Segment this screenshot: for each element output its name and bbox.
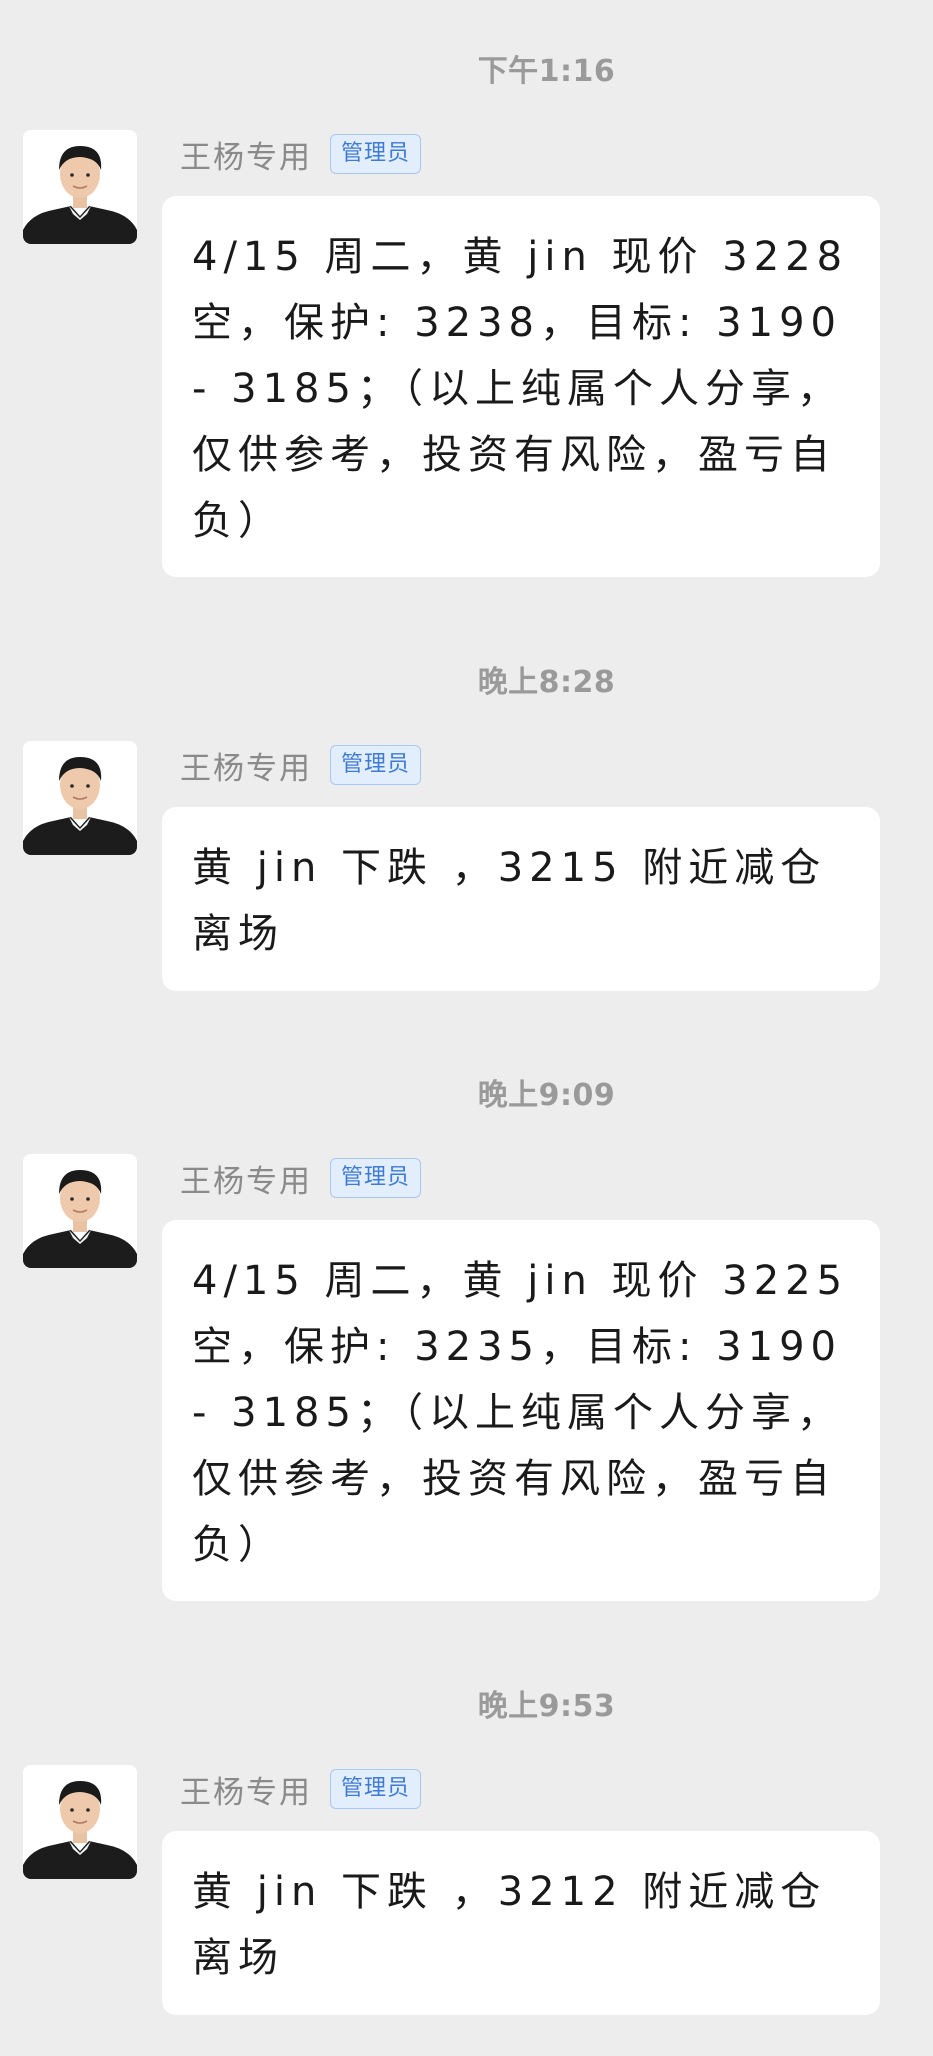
sender-name[interactable]: 王杨专用 (180, 743, 312, 788)
sender-name[interactable]: 王杨专用 (180, 1767, 312, 1812)
person-avatar-icon (23, 1154, 137, 1268)
sender-name[interactable]: 王杨专用 (180, 132, 312, 177)
admin-badge: 管理员 (330, 745, 422, 785)
message-timestamp: 晚上9:53 (477, 1689, 616, 1724)
sender-name[interactable]: 王杨专用 (180, 1156, 312, 1201)
sender-row: 王杨专用 管理员 (180, 743, 422, 788)
admin-badge: 管理员 (330, 134, 422, 174)
admin-badge: 管理员 (330, 1769, 422, 1809)
message-bubble[interactable]: 4/15 周二，黄 jin 现价 3228 空，保护: 3238，目标: 319… (162, 196, 880, 577)
person-avatar-icon (23, 741, 137, 855)
admin-badge: 管理员 (330, 1158, 422, 1198)
message-bubble[interactable]: 黄 jin 下跌 ，3212 附近减仓离场 (162, 1831, 880, 2015)
message-text: 黄 jin 下跌 ，3212 附近减仓离场 (192, 1869, 827, 1981)
message-text: 4/15 周二，黄 jin 现价 3225 空，保护: 3235，目标: 319… (192, 1258, 867, 1568)
sender-avatar[interactable] (23, 1154, 137, 1268)
message-bubble[interactable]: 黄 jin 下跌 ，3215 附近减仓离场 (162, 807, 880, 991)
sender-avatar[interactable] (23, 741, 137, 855)
message-text: 4/15 周二，黄 jin 现价 3228 空，保护: 3238，目标: 319… (192, 234, 867, 544)
message-text: 黄 jin 下跌 ，3215 附近减仓离场 (192, 845, 827, 957)
message-timestamp: 下午1:16 (477, 54, 616, 89)
sender-row: 王杨专用 管理员 (180, 1767, 422, 1812)
chat-message-list: 下午1:16 王杨专用 管理员 4/15 周二，黄 jin 现价 3228 空，… (0, 0, 933, 2056)
sender-avatar[interactable] (23, 1765, 137, 1879)
sender-row: 王杨专用 管理员 (180, 132, 422, 177)
person-avatar-icon (23, 1765, 137, 1879)
person-avatar-icon (23, 130, 137, 244)
message-bubble[interactable]: 4/15 周二，黄 jin 现价 3225 空，保护: 3235，目标: 319… (162, 1220, 880, 1601)
sender-avatar[interactable] (23, 130, 137, 244)
sender-row: 王杨专用 管理员 (180, 1156, 422, 1201)
message-timestamp: 晚上8:28 (477, 665, 616, 700)
message-timestamp: 晚上9:09 (477, 1078, 616, 1113)
